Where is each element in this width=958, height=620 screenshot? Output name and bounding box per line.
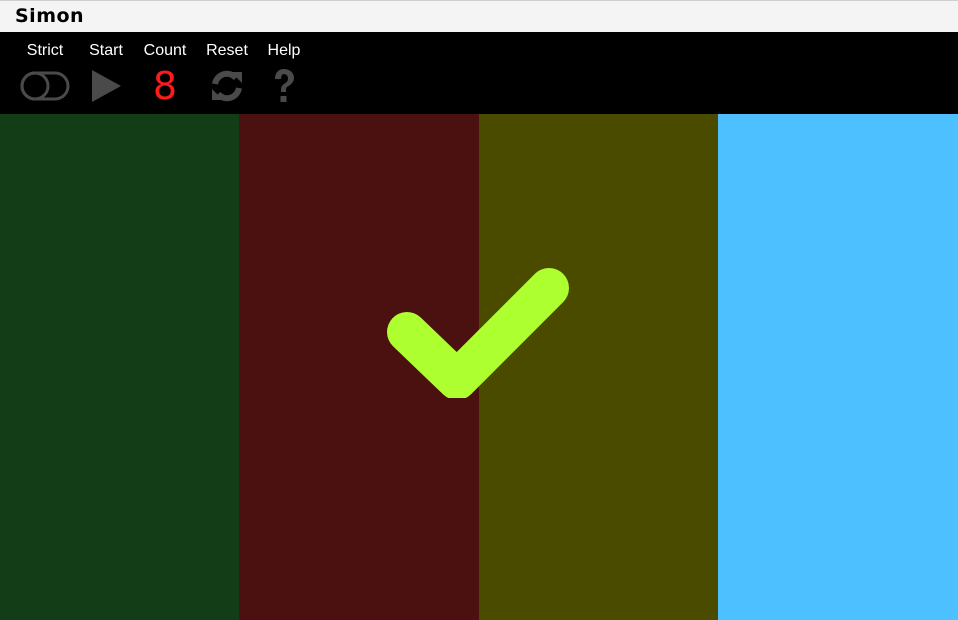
green-pad[interactable]: [0, 114, 239, 620]
start-label: Start: [89, 42, 123, 59]
count-control: Count 8: [138, 32, 192, 114]
control-bar: Strict Start Count 8 Reset Help: [0, 32, 958, 114]
start-control[interactable]: Start: [84, 32, 128, 114]
app-title: Simon: [15, 5, 85, 27]
blue-pad[interactable]: [718, 114, 958, 620]
count-display: 8: [138, 66, 192, 106]
toggle-off-icon[interactable]: [14, 66, 76, 106]
refresh-icon[interactable]: [201, 66, 253, 106]
title-bar: Simon: [0, 0, 958, 32]
count-value: 8: [152, 64, 178, 108]
help-control[interactable]: Help: [262, 32, 306, 114]
strict-control[interactable]: Strict: [14, 32, 76, 114]
checkmark-icon: [385, 252, 575, 400]
reset-label: Reset: [206, 42, 248, 59]
help-label: Help: [267, 42, 301, 59]
question-icon[interactable]: [262, 66, 306, 106]
play-icon[interactable]: [84, 66, 128, 106]
strict-label: Strict: [26, 42, 64, 59]
reset-control[interactable]: Reset: [201, 32, 253, 114]
count-label: Count: [143, 42, 187, 59]
